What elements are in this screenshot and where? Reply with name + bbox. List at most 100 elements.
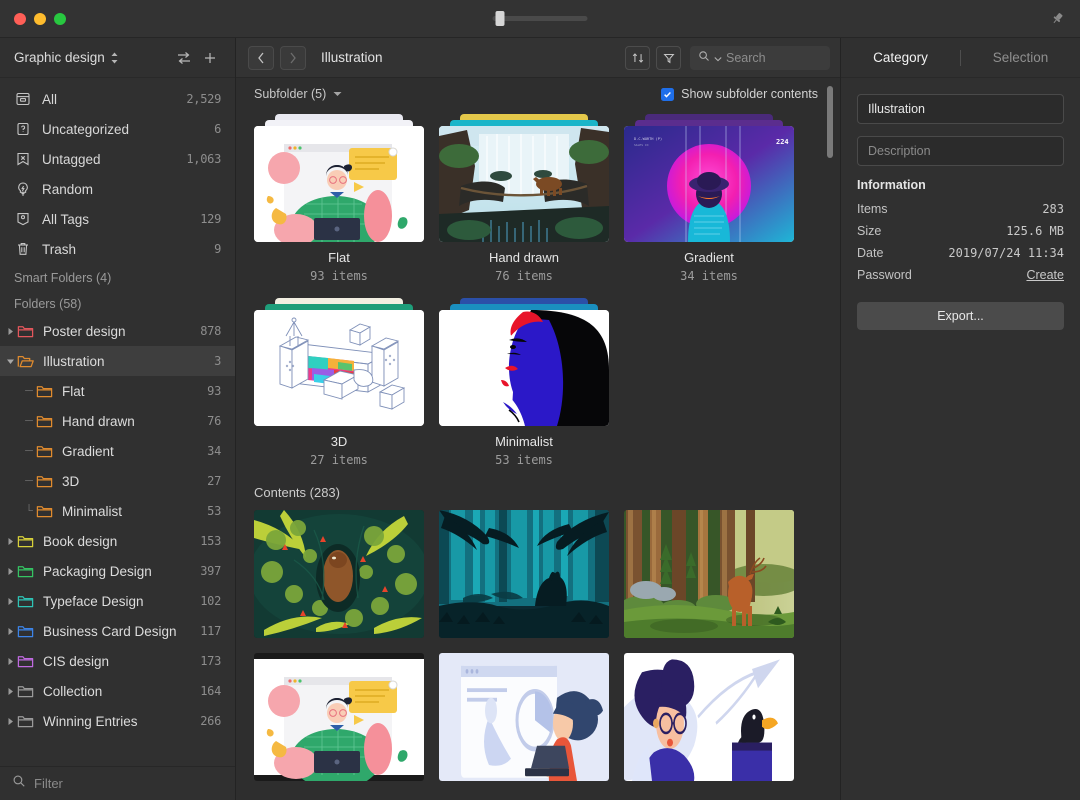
image-thumbnail[interactable] (254, 653, 424, 781)
chevron-right-icon[interactable] (3, 657, 17, 666)
sidebar-item-trash[interactable]: Trash 9 (0, 234, 235, 264)
search-input[interactable]: Search (690, 45, 830, 70)
folder-card-thumbnail[interactable] (254, 114, 424, 242)
library-chevron-icon[interactable] (110, 51, 119, 65)
funnel-icon[interactable] (656, 45, 681, 70)
sidebar-filter-input[interactable]: Filter (34, 776, 63, 791)
folder-card[interactable]: Minimalist 53 items (439, 298, 609, 467)
lightbulb-icon (14, 180, 32, 198)
folder-item-minimalist[interactable]: └ Minimalist 53 (0, 496, 235, 526)
sort-icon[interactable] (625, 45, 650, 70)
checkbox[interactable] (661, 87, 675, 101)
folder-label: Gradient (62, 443, 114, 459)
image-thumbnail[interactable] (439, 510, 609, 638)
maximize-button[interactable] (54, 12, 66, 25)
folder-label: Poster design (43, 323, 126, 339)
folder-card[interactable]: Flat 93 items (254, 114, 424, 283)
description-field[interactable]: Description (857, 136, 1064, 166)
folder-item-cis-design[interactable]: CIS design 173 (0, 646, 235, 676)
export-button[interactable]: Export... (857, 302, 1064, 330)
folder-card[interactable]: 224 D.C.WORTH (P) SALES CO Gradient 34 i… (624, 114, 794, 283)
image-thumbnail[interactable] (439, 653, 609, 781)
folder-cover-image: 224 D.C.WORTH (P) SALES CO (624, 126, 794, 242)
zoom-slider[interactable] (492, 11, 588, 26)
chevron-right-icon[interactable] (3, 717, 17, 726)
folder-item-hand-drawn[interactable]: ─ Hand drawn 76 (0, 406, 235, 436)
chevron-right-icon[interactable] (3, 597, 17, 606)
breadcrumb[interactable]: Illustration (321, 50, 383, 65)
back-button[interactable] (248, 45, 274, 70)
sidebar-item-label: All (42, 91, 58, 107)
folder-item-business-card-design[interactable]: Business Card Design 117 (0, 616, 235, 646)
image-thumbnail[interactable] (624, 653, 794, 781)
folder-card-thumbnail[interactable] (439, 114, 609, 242)
close-button[interactable] (14, 12, 26, 25)
folder-icon (36, 474, 53, 489)
chevron-right-icon[interactable] (3, 627, 17, 636)
folder-card-name: 3D (330, 434, 348, 449)
folder-count: 153 (200, 534, 221, 548)
chevron-down-icon[interactable] (714, 49, 722, 67)
folder-card-count: 53 items (495, 453, 553, 467)
tab-selection[interactable]: Selection (961, 50, 1080, 65)
folder-item-packaging-design[interactable]: Packaging Design 397 (0, 556, 235, 586)
zoom-slider-handle[interactable] (495, 11, 505, 26)
sidebar-item-label: Uncategorized (42, 121, 130, 137)
chevron-right-icon[interactable] (3, 327, 17, 336)
create-password-link[interactable]: Create (1026, 268, 1064, 282)
forward-button[interactable] (280, 45, 306, 70)
pin-icon[interactable] (1044, 6, 1070, 32)
info-row: Password Create (857, 264, 1064, 286)
folder-card-thumbnail[interactable]: 224 D.C.WORTH (P) SALES CO (624, 114, 794, 242)
category-name-field[interactable]: Illustration (857, 94, 1064, 124)
library-header: Graphic design (0, 38, 235, 78)
show-subfolder-contents-toggle[interactable]: Show subfolder contents (661, 87, 818, 101)
smart-folders-label[interactable]: Smart Folders (4) (0, 264, 235, 290)
sidebar-item-untagged[interactable]: Untagged 1,063 (0, 144, 235, 174)
tree-branch-icon: └ (25, 505, 33, 517)
library-name[interactable]: Graphic design (14, 50, 105, 65)
folder-item-illustration[interactable]: Illustration 3 (0, 346, 235, 376)
plus-icon[interactable] (197, 45, 223, 71)
folder-card-name: Hand drawn (488, 250, 560, 265)
folder-label: Book design (43, 533, 118, 549)
image-thumbnail[interactable] (624, 510, 794, 638)
folder-icon (36, 444, 53, 459)
info-row: Size 125.6 MB (857, 220, 1064, 242)
sidebar-item-count: 2,529 (186, 92, 221, 106)
folder-tree: Poster design 878 Illustration 3 ─ Flat 93 ─ … (0, 316, 235, 736)
chevron-down-icon[interactable] (333, 90, 342, 99)
image-thumbnail[interactable] (254, 510, 424, 638)
folder-card-thumbnail[interactable] (439, 298, 609, 426)
sidebar-filter-bar[interactable]: Filter (0, 766, 235, 800)
chevron-right-icon[interactable] (3, 687, 17, 696)
folders-label[interactable]: Folders (58) (0, 290, 235, 316)
sidebar-item-all[interactable]: All 2,529 (0, 84, 235, 114)
folder-item-poster-design[interactable]: Poster design 878 (0, 316, 235, 346)
folder-item-flat[interactable]: ─ Flat 93 (0, 376, 235, 406)
folder-card[interactable]: 3D 27 items (254, 298, 424, 467)
minimize-button[interactable] (34, 12, 46, 25)
folder-card-thumbnail[interactable] (254, 298, 424, 426)
folder-item-book-design[interactable]: Book design 153 (0, 526, 235, 556)
sidebar-item-random[interactable]: Random (0, 174, 235, 204)
tab-category[interactable]: Category (841, 50, 960, 65)
chevron-right-icon[interactable] (3, 567, 17, 576)
sidebar-item-uncategorized[interactable]: Uncategorized 6 (0, 114, 235, 144)
content-scrollbar[interactable] (827, 86, 833, 158)
folder-item-gradient[interactable]: ─ Gradient 34 (0, 436, 235, 466)
folder-item-typeface-design[interactable]: Typeface Design 102 (0, 586, 235, 616)
chevron-right-icon[interactable] (3, 537, 17, 546)
archive-box-icon (14, 90, 32, 108)
folder-item-winning-entries[interactable]: Winning Entries 266 (0, 706, 235, 736)
folder-card[interactable]: Hand drawn 76 items (439, 114, 609, 283)
sidebar-item-all-tags[interactable]: All Tags 129 (0, 204, 235, 234)
subfolder-bar: Subfolder (5) Show subfolder contents (236, 78, 840, 110)
switch-library-icon[interactable] (171, 45, 197, 71)
folder-item-collection[interactable]: Collection 164 (0, 676, 235, 706)
folder-icon (36, 384, 53, 399)
chevron-down-icon[interactable] (3, 357, 17, 366)
folder-icon (17, 564, 34, 579)
folder-item-3d[interactable]: ─ 3D 27 (0, 466, 235, 496)
subfolder-label[interactable]: Subfolder (5) (254, 87, 326, 101)
